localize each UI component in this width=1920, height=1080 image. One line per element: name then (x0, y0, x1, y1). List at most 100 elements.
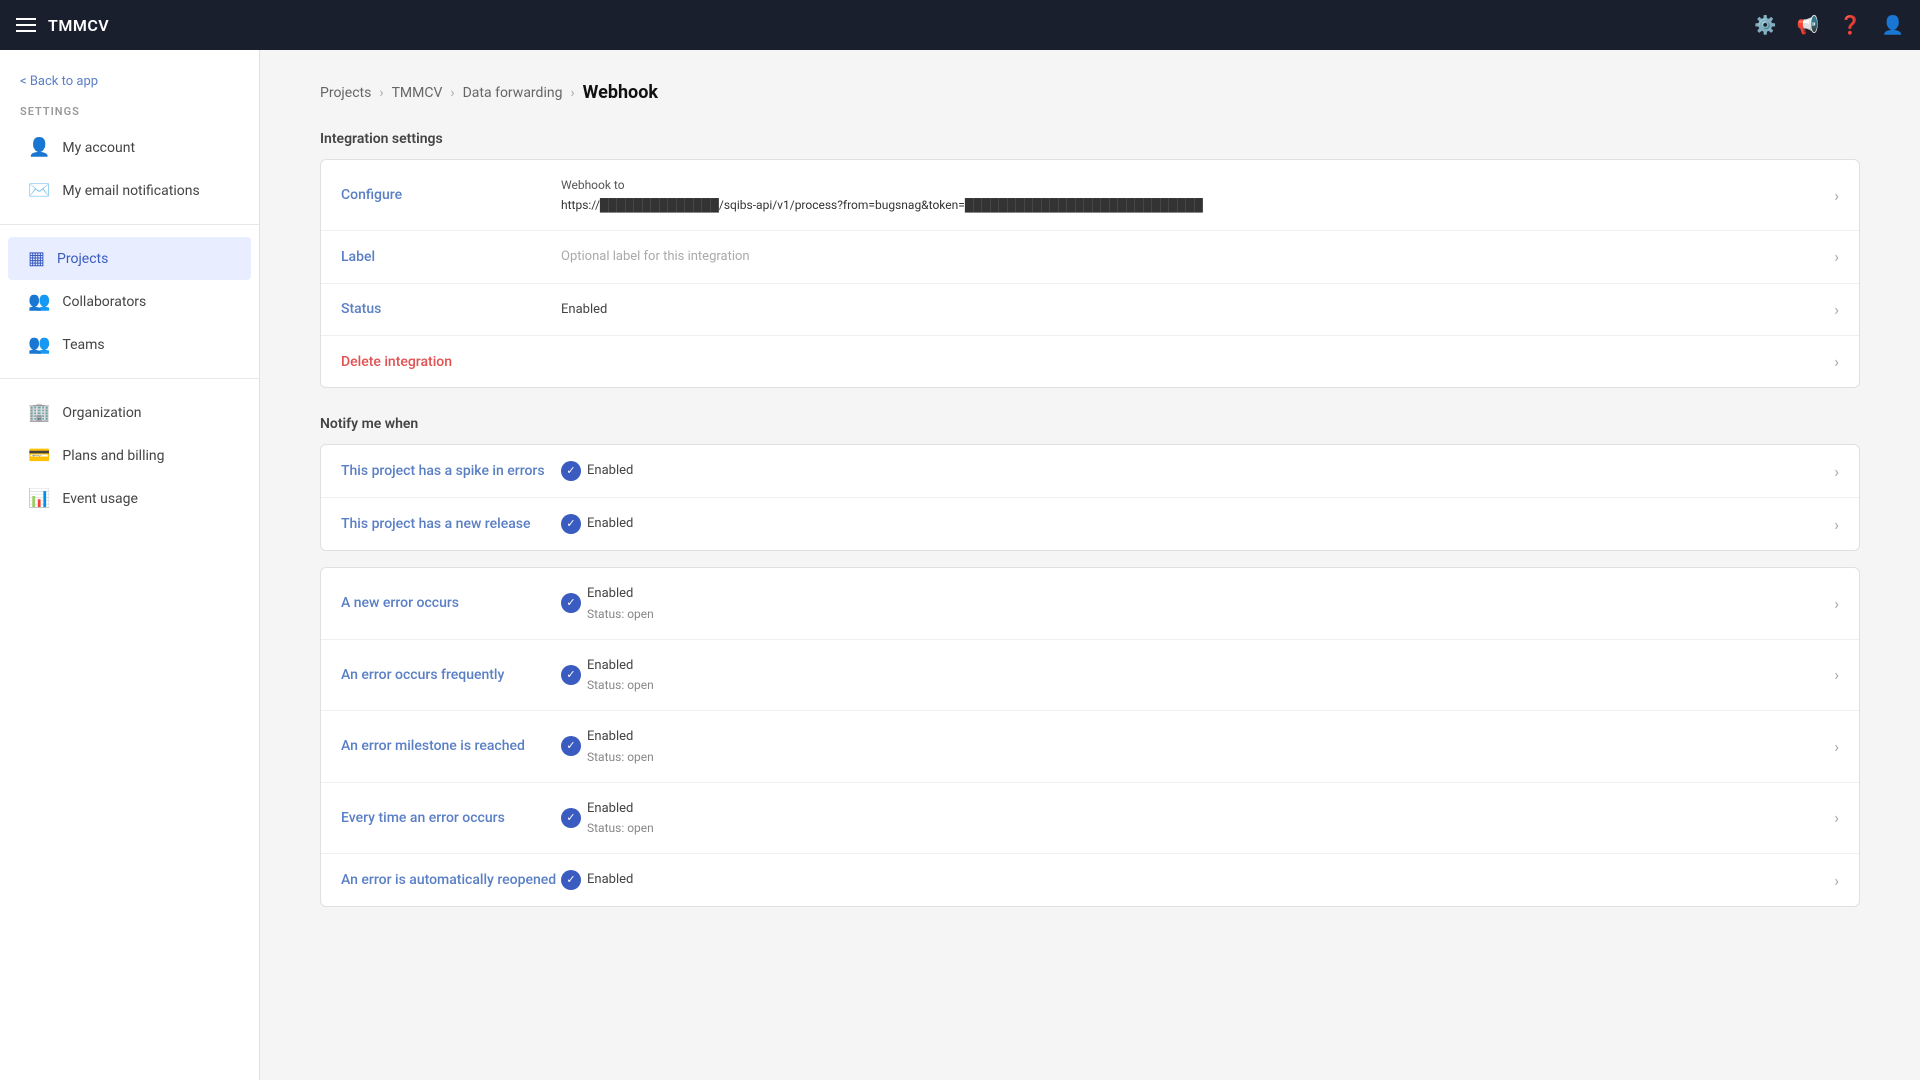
label-field-label: Label (341, 249, 561, 265)
new-error-status-text: Enabled (587, 584, 654, 604)
new-error-chevron: › (1834, 594, 1839, 613)
sidebar-item-email-notifications[interactable]: ✉️ My email notifications (8, 169, 251, 212)
error-frequently-label: An error occurs frequently (341, 667, 561, 683)
organization-icon: 🏢 (28, 402, 50, 423)
delete-integration-row[interactable]: Delete integration › (321, 336, 1859, 387)
email-icon: ✉️ (28, 180, 50, 201)
breadcrumb: Projects › TMMCV › Data forwarding › Web… (320, 82, 1860, 103)
breadcrumb-data-forwarding[interactable]: Data forwarding (463, 85, 563, 101)
every-time-error-row[interactable]: Every time an error occurs ✓ Enabled Sta… (321, 783, 1859, 855)
status-row[interactable]: Status Enabled › (321, 284, 1859, 337)
error-frequently-row[interactable]: An error occurs frequently ✓ Enabled Sta… (321, 640, 1859, 712)
every-time-error-status: ✓ Enabled Status: open (561, 799, 1822, 838)
breadcrumb-projects[interactable]: Projects (320, 85, 371, 101)
error-reopened-value: ✓ Enabled (561, 870, 1822, 890)
sidebar-item-organization[interactable]: 🏢 Organization (8, 391, 251, 434)
every-time-check-icon: ✓ (561, 808, 581, 828)
error-milestone-check-icon: ✓ (561, 736, 581, 756)
sidebar-item-teams[interactable]: 👥 Teams (8, 323, 251, 366)
webhook-to-label: Webhook to (561, 176, 1822, 194)
error-milestone-value: ✓ Enabled Status: open (561, 727, 1822, 766)
hamburger-menu[interactable] (16, 18, 36, 32)
configure-row[interactable]: Configure Webhook to https://███████████… (321, 160, 1859, 231)
breadcrumb-sep-2: › (450, 85, 454, 101)
error-milestone-chevron: › (1834, 737, 1839, 756)
sidebar-item-plans-billing[interactable]: 💳 Plans and billing (8, 434, 251, 477)
back-to-app-link[interactable]: < Back to app (0, 66, 259, 105)
announcement-icon[interactable]: 📢 (1797, 15, 1819, 36)
configure-value: Webhook to https://██████████████/sqibs-… (561, 176, 1822, 214)
new-release-status: ✓ Enabled (561, 514, 1822, 534)
sidebar-label-collaborators: Collaborators (62, 294, 146, 310)
new-error-occurs-row[interactable]: A new error occurs ✓ Enabled Status: ope… (321, 568, 1859, 640)
new-error-occurs-status: ✓ Enabled Status: open (561, 584, 1822, 623)
error-reopened-label: An error is automatically reopened (341, 872, 561, 888)
topnav-left: TMMCV (16, 16, 109, 35)
help-icon[interactable]: ❓ (1839, 15, 1861, 36)
sidebar-divider-1 (0, 224, 259, 225)
error-milestone-sub-text: Status: open (587, 748, 654, 766)
error-frequently-chevron: › (1834, 665, 1839, 684)
spike-in-errors-status: ✓ Enabled (561, 461, 1822, 481)
status-label: Status (341, 301, 561, 317)
spike-in-errors-value: ✓ Enabled (561, 461, 1822, 481)
new-release-status-text: Enabled (587, 514, 633, 534)
error-frequently-check-icon: ✓ (561, 665, 581, 685)
sidebar-label-projects: Projects (57, 251, 108, 267)
breadcrumb-current: Webhook (583, 82, 658, 103)
error-milestone-label: An error milestone is reached (341, 738, 561, 754)
error-reopened-chevron: › (1834, 871, 1839, 890)
error-frequently-status-block: Enabled Status: open (587, 656, 654, 695)
new-release-chevron: › (1834, 515, 1839, 534)
user-icon[interactable]: 👤 (1882, 15, 1904, 36)
error-reopened-row[interactable]: An error is automatically reopened ✓ Ena… (321, 854, 1859, 906)
error-reopened-status: ✓ Enabled (561, 870, 1822, 890)
webhook-url: https://██████████████/sqibs-api/v1/proc… (561, 196, 1822, 214)
spike-status-text: Enabled (587, 461, 633, 481)
sidebar-label-organization: Organization (62, 405, 141, 421)
error-milestone-row[interactable]: An error milestone is reached ✓ Enabled … (321, 711, 1859, 783)
sidebar: < Back to app SETTINGS 👤 My account ✉️ M… (0, 50, 260, 1080)
every-time-status-block: Enabled Status: open (587, 799, 654, 838)
breadcrumb-sep-1: › (379, 85, 383, 101)
settings-icon[interactable]: ⚙️ (1754, 15, 1776, 36)
projects-icon: ▦ (28, 248, 45, 269)
notify-section: Notify me when This project has a spike … (320, 416, 1860, 907)
teams-icon: 👥 (28, 334, 50, 355)
new-release-row[interactable]: This project has a new release ✓ Enabled… (321, 498, 1859, 550)
new-release-value: ✓ Enabled (561, 514, 1822, 534)
configure-chevron: › (1834, 186, 1839, 205)
every-time-status-text: Enabled (587, 799, 654, 819)
sidebar-item-event-usage[interactable]: 📊 Event usage (8, 477, 251, 520)
error-reopened-status-text: Enabled (587, 870, 633, 890)
new-release-label: This project has a new release (341, 516, 561, 532)
account-icon: 👤 (28, 137, 50, 158)
every-time-chevron: › (1834, 808, 1839, 827)
label-placeholder: Optional label for this integration (561, 249, 750, 264)
spike-chevron: › (1834, 462, 1839, 481)
sidebar-label-plans-billing: Plans and billing (62, 448, 164, 464)
error-milestone-status-text: Enabled (587, 727, 654, 747)
every-time-sub-text: Status: open (587, 819, 654, 837)
notify-group-1-card: This project has a spike in errors ✓ Ena… (320, 444, 1860, 551)
top-navigation: TMMCV ⚙️ 📢 ❓ 👤 (0, 0, 1920, 50)
spike-check-icon: ✓ (561, 461, 581, 481)
breadcrumb-sep-3: › (570, 85, 574, 101)
label-value: Optional label for this integration (561, 247, 1822, 267)
new-release-check-icon: ✓ (561, 514, 581, 534)
status-value: Enabled (561, 300, 1822, 320)
app-body: < Back to app SETTINGS 👤 My account ✉️ M… (0, 50, 1920, 1080)
breadcrumb-tmmcv[interactable]: TMMCV (392, 85, 443, 101)
sidebar-divider-2 (0, 378, 259, 379)
integration-settings-title: Integration settings (320, 131, 1860, 147)
delete-chevron: › (1834, 352, 1839, 371)
sidebar-label-my-account: My account (62, 140, 135, 156)
label-row[interactable]: Label Optional label for this integratio… (321, 231, 1859, 284)
sidebar-label-event-usage: Event usage (62, 491, 138, 507)
spike-in-errors-row[interactable]: This project has a spike in errors ✓ Ena… (321, 445, 1859, 498)
sidebar-item-projects[interactable]: ▦ Projects (8, 237, 251, 280)
sidebar-item-collaborators[interactable]: 👥 Collaborators (8, 280, 251, 323)
error-reopened-check-icon: ✓ (561, 870, 581, 890)
billing-icon: 💳 (28, 445, 50, 466)
sidebar-item-my-account[interactable]: 👤 My account (8, 126, 251, 169)
